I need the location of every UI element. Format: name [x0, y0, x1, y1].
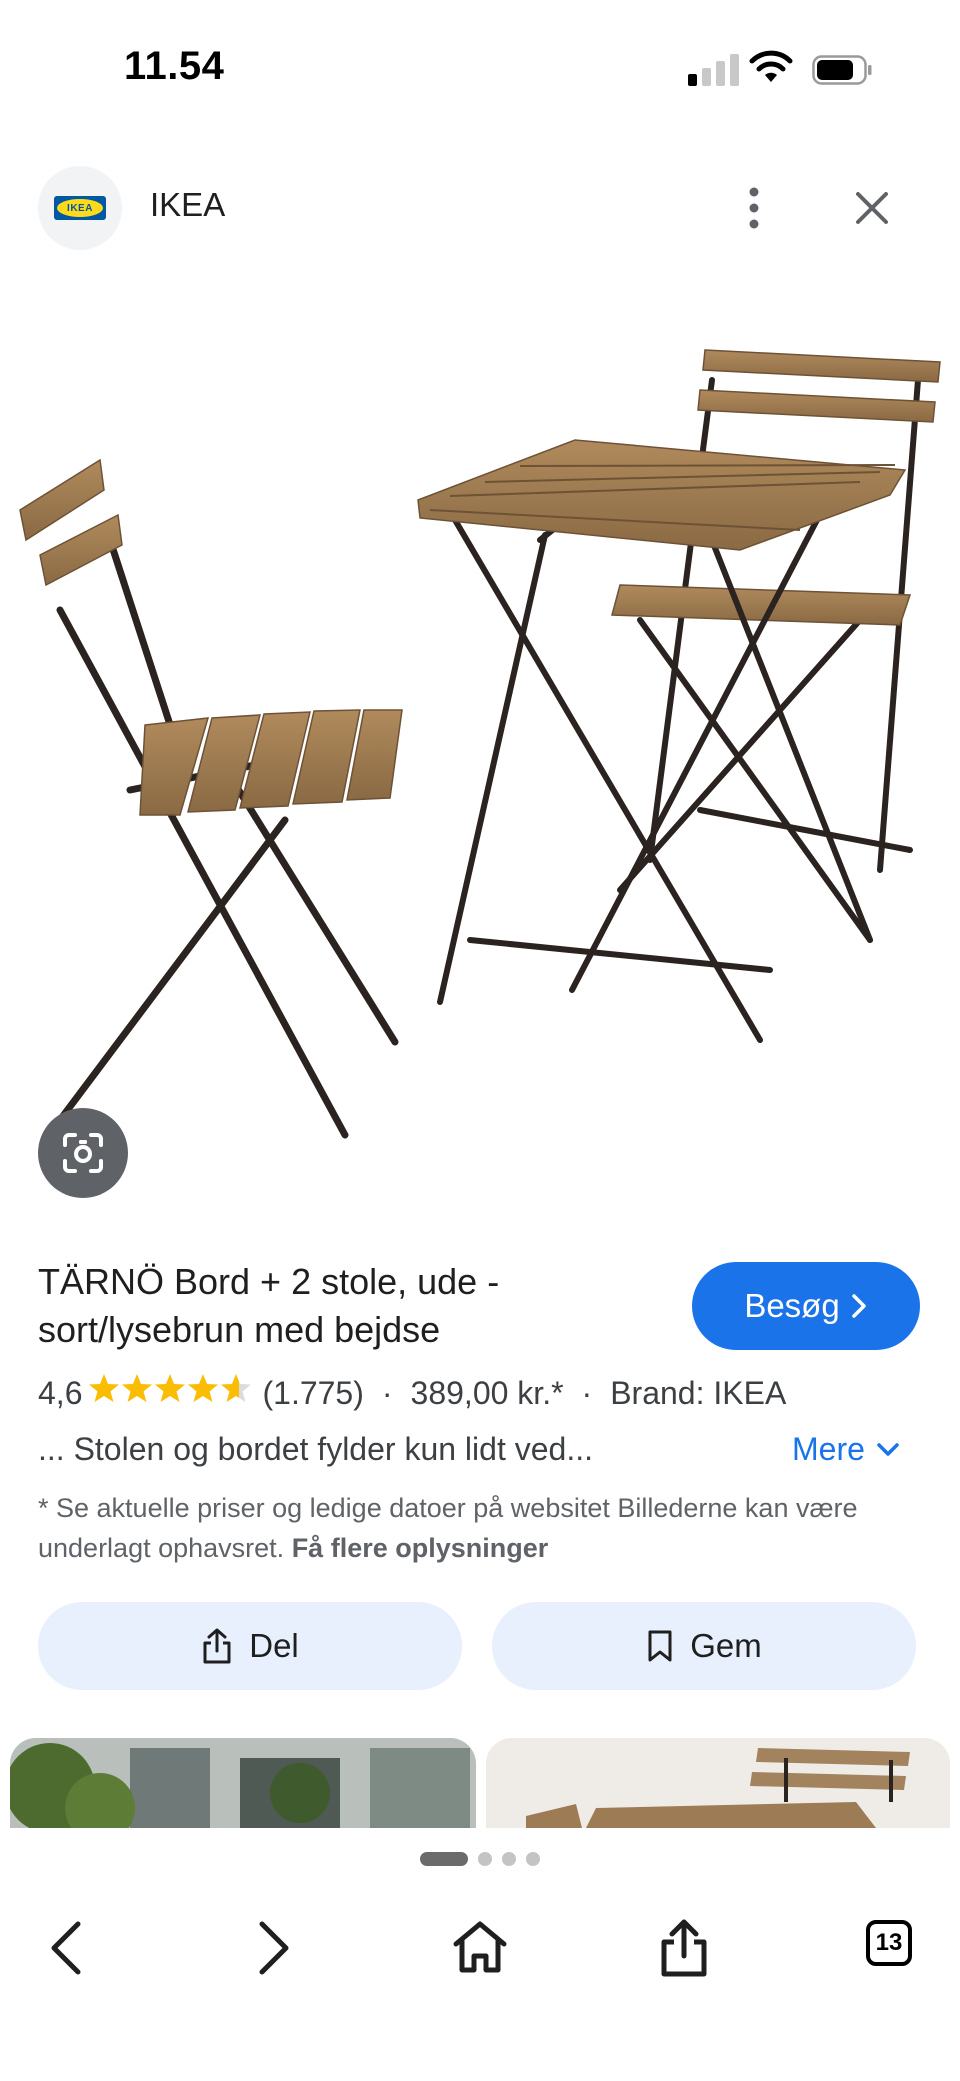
google-lens-button[interactable] [38, 1108, 128, 1198]
separator: · [581, 1375, 593, 1411]
review-count: (1.775) [262, 1375, 364, 1411]
more-button[interactable]: Mere [792, 1431, 901, 1468]
google-lens-icon [63, 1133, 103, 1173]
related-image-1-graphic [10, 1738, 476, 1828]
close-icon[interactable] [848, 184, 896, 232]
home-icon[interactable] [448, 1916, 512, 1980]
more-options-icon[interactable] [740, 184, 768, 232]
more-label: Mere [792, 1431, 865, 1467]
status-time: 11.54 [124, 44, 225, 88]
product-image[interactable] [0, 290, 960, 1210]
share-icon [203, 1628, 231, 1664]
product-title[interactable]: TÄRNÖ Bord + 2 stole, ude - sort/lysebru… [38, 1258, 638, 1354]
rating-value: 4,6 [38, 1375, 83, 1411]
product-meta: 4,6 (1.775) · 389,00 kr.* · Brand: IKEA [38, 1372, 786, 1415]
related-image-2-graphic [486, 1738, 950, 1828]
separator: · [381, 1375, 393, 1411]
save-label: Gem [690, 1627, 762, 1664]
wifi-icon [749, 50, 793, 82]
battery-icon [812, 55, 872, 85]
share-sheet-icon[interactable] [652, 1916, 716, 1980]
page-indicator [420, 1852, 540, 1866]
chevron-right-icon [851, 1294, 866, 1318]
disclaimer: * Se aktuelle priser og ledige datoer på… [38, 1488, 918, 1568]
product-description: ... Stolen og bordet fylder kun lidt ved… [38, 1431, 593, 1467]
rating-stars [88, 1372, 256, 1415]
forward-icon[interactable] [240, 1916, 304, 1980]
save-button[interactable]: Gem [492, 1602, 916, 1690]
site-favicon: IKEA [38, 166, 122, 250]
share-button[interactable]: Del [38, 1602, 462, 1690]
ikea-logo: IKEA [54, 196, 106, 220]
more-info-link[interactable]: Få flere oplysninger [292, 1533, 549, 1563]
price: 389,00 kr.* [410, 1375, 564, 1411]
related-image-2[interactable] [486, 1738, 950, 1828]
site-name: IKEA [150, 186, 226, 223]
visit-button-label: Besøg [744, 1287, 840, 1324]
chevron-down-icon [877, 1442, 899, 1456]
bookmark-icon [648, 1630, 672, 1662]
related-image-1[interactable] [10, 1738, 476, 1828]
visit-button[interactable]: Besøg [692, 1262, 920, 1350]
signal-icon [688, 54, 739, 86]
share-label: Del [249, 1627, 299, 1664]
brand: Brand: IKEA [610, 1375, 787, 1411]
star-rating-icon [89, 1374, 252, 1402]
back-icon[interactable] [36, 1916, 100, 1980]
tabs-button[interactable]: 13 [866, 1920, 912, 1966]
